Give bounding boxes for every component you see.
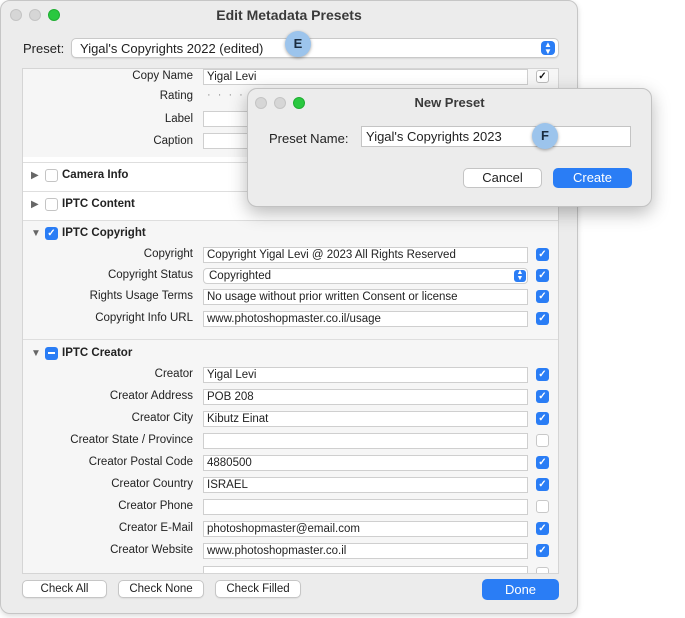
- create-button[interactable]: Create: [553, 168, 632, 188]
- creator-country-label: Creator Country: [111, 478, 193, 490]
- disclosure-triangle-right-icon[interactable]: ▶: [31, 199, 39, 210]
- creator-state-field[interactable]: [203, 433, 528, 449]
- new-preset-dialog: New Preset Preset Name: Yigal's Copyrigh…: [247, 88, 652, 207]
- iptc-creator-header[interactable]: ▼ IPTC Creator: [31, 346, 331, 362]
- creator-postal-code-label: Creator Postal Code: [88, 456, 193, 468]
- callout-badge-e: E: [285, 31, 311, 57]
- creator-phone-checkbox[interactable]: [536, 500, 549, 513]
- check-filled-button[interactable]: Check Filled: [215, 580, 301, 598]
- camera-info-title: Camera Info: [62, 169, 129, 181]
- camera-info-checkbox[interactable]: [45, 169, 58, 182]
- partially-visible-field[interactable]: [203, 566, 528, 573]
- copyright-info-url-label: Copyright Info URL: [95, 312, 193, 324]
- iptc-creator-checkbox[interactable]: [45, 347, 58, 360]
- caption-label: Caption: [153, 135, 193, 147]
- iptc-copyright-title: IPTC Copyright: [62, 227, 146, 239]
- updown-arrows-icon: ▲ ▼: [514, 269, 526, 282]
- dialog-title: New Preset: [414, 95, 485, 110]
- creator-website-field[interactable]: www.photoshopmaster.co.il: [203, 543, 528, 559]
- partially-visible-checkbox[interactable]: [536, 567, 549, 573]
- rights-usage-terms-field[interactable]: No usage without prior written Consent o…: [203, 289, 528, 305]
- copyright-status-select[interactable]: Copyrighted ▲ ▼: [203, 268, 528, 284]
- rating-label: Rating: [159, 90, 193, 102]
- callout-badge-f: F: [532, 123, 558, 149]
- creator-address-field[interactable]: POB 208: [203, 389, 528, 405]
- disclosure-triangle-down-icon[interactable]: ▼: [31, 348, 41, 359]
- creator-email-label: Creator E-Mail: [118, 522, 193, 534]
- creator-city-field[interactable]: Kibutz Einat: [203, 411, 528, 427]
- copyright-field[interactable]: Copyright Yigal Levi @ 2023 All Rights R…: [203, 247, 528, 263]
- copyright-checkbox[interactable]: ✓: [536, 248, 549, 261]
- creator-email-checkbox[interactable]: ✓: [536, 522, 549, 535]
- creator-city-checkbox[interactable]: ✓: [536, 412, 549, 425]
- window-titlebar: Edit Metadata Presets: [1, 1, 577, 29]
- creator-postal-code-field[interactable]: 4880500: [203, 455, 528, 471]
- disclosure-triangle-right-icon[interactable]: ▶: [31, 170, 39, 181]
- creator-email-field[interactable]: photoshopmaster@email.com: [203, 521, 528, 537]
- creator-postal-code-checkbox[interactable]: ✓: [536, 456, 549, 469]
- copyright-status-value: Copyrighted: [209, 270, 272, 282]
- creator-field[interactable]: Yigal Levi: [203, 367, 528, 383]
- check-all-button[interactable]: Check All: [22, 580, 107, 598]
- preset-value: Yigal's Copyrights 2022 (edited): [80, 41, 264, 56]
- iptc-copyright-checkbox[interactable]: ✓: [45, 227, 58, 240]
- rights-usage-terms-checkbox[interactable]: ✓: [536, 290, 549, 303]
- label-label: Label: [164, 113, 193, 125]
- preset-name-input[interactable]: Yigal's Copyrights 2023: [361, 126, 631, 147]
- iptc-copyright-header[interactable]: ▼ ✓ IPTC Copyright: [31, 226, 331, 242]
- creator-website-label: Creator Website: [110, 544, 193, 556]
- updown-arrows-icon: ▲ ▼: [541, 41, 555, 56]
- creator-phone-label: Creator Phone: [118, 500, 193, 512]
- creator-phone-field[interactable]: [203, 499, 528, 515]
- disclosure-triangle-down-icon[interactable]: ▼: [31, 228, 41, 239]
- copyright-status-checkbox[interactable]: ✓: [536, 269, 549, 282]
- creator-checkbox[interactable]: ✓: [536, 368, 549, 381]
- copyright-info-url-field[interactable]: www.photoshopmaster.co.il/usage: [203, 311, 528, 327]
- rights-usage-terms-label: Rights Usage Terms: [89, 290, 193, 302]
- copyright-status-label: Copyright Status: [107, 269, 193, 281]
- cancel-button[interactable]: Cancel: [463, 168, 542, 188]
- iptc-content-checkbox[interactable]: [45, 198, 58, 211]
- creator-address-checkbox[interactable]: ✓: [536, 390, 549, 403]
- preset-select[interactable]: Yigal's Copyrights 2022 (edited) ▲ ▼: [71, 38, 559, 58]
- creator-city-label: Creator City: [131, 412, 193, 424]
- copy-name-label: Copy Name: [132, 70, 193, 82]
- copy-name-checkbox[interactable]: ✓: [536, 70, 549, 83]
- copyright-info-url-checkbox[interactable]: ✓: [536, 312, 549, 325]
- creator-website-checkbox[interactable]: ✓: [536, 544, 549, 557]
- done-button[interactable]: Done: [482, 579, 559, 600]
- iptc-creator-title: IPTC Creator: [62, 347, 133, 359]
- creator-country-field[interactable]: ISRAEL: [203, 477, 528, 493]
- creator-address-label: Creator Address: [109, 390, 193, 402]
- creator-label: Creator: [154, 368, 193, 380]
- creator-state-label: Creator State / Province: [70, 434, 193, 446]
- creator-country-checkbox[interactable]: ✓: [536, 478, 549, 491]
- copyright-label: Copyright: [143, 248, 193, 260]
- preset-label: Preset:: [23, 41, 65, 56]
- copy-name-field[interactable]: Yigal Levi: [203, 69, 528, 85]
- iptc-content-title: IPTC Content: [62, 198, 135, 210]
- preset-name-label: Preset Name:: [269, 131, 349, 146]
- check-none-button[interactable]: Check None: [118, 580, 204, 598]
- window-title: Edit Metadata Presets: [216, 7, 362, 23]
- creator-state-checkbox[interactable]: [536, 434, 549, 447]
